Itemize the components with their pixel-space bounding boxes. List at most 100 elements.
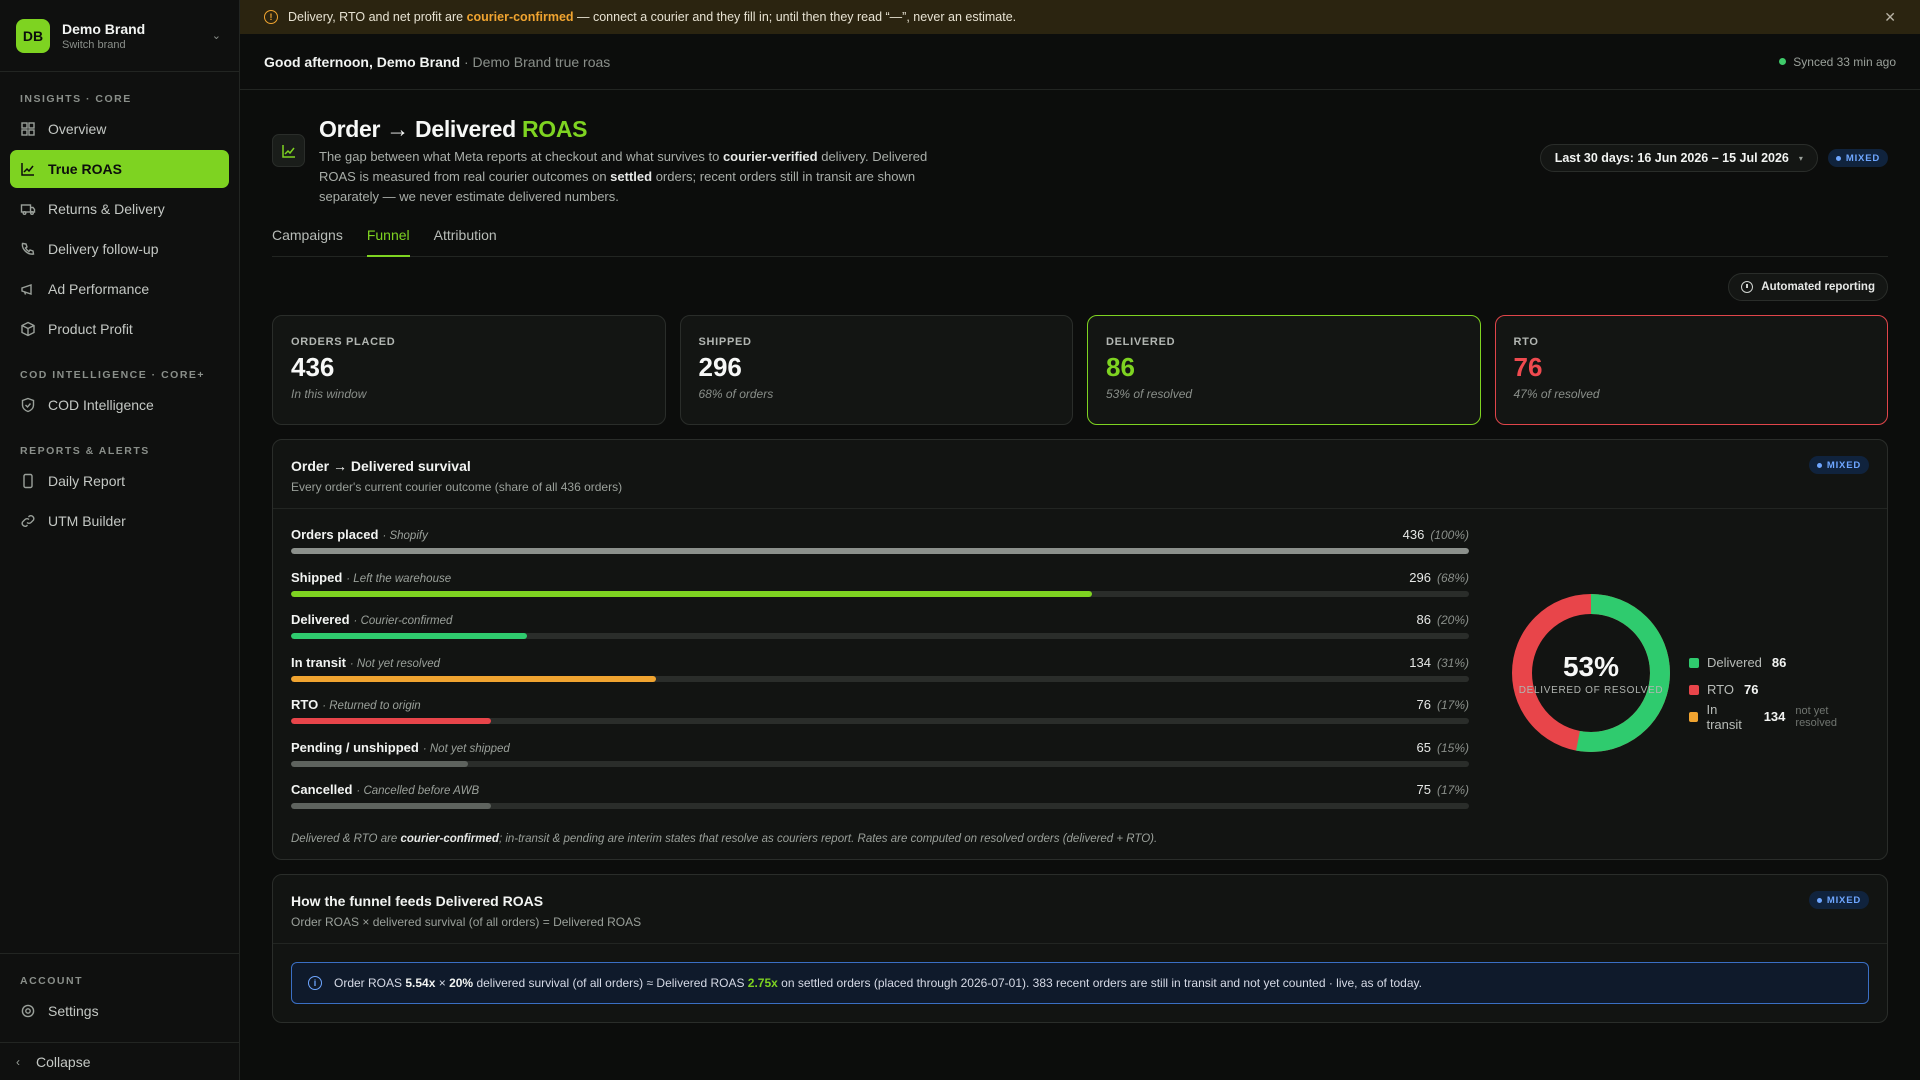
funnel-row-count: 296 [1409, 569, 1431, 585]
survival-subtitle: Every order's current courier outcome (s… [291, 480, 623, 494]
funnel-row: Orders placed · Shopify 436 (100%) [291, 527, 1469, 570]
page-description: The gap between what Meta reports at che… [319, 149, 928, 204]
nav-heading-account: ACCOUNT [20, 975, 83, 987]
nav-heading: INSIGHTS · CORE [20, 93, 132, 105]
funnel-row-label: Orders placed [291, 527, 379, 542]
kpi-subtext: 68% of orders [698, 387, 774, 401]
status-badge: MIXED [1808, 891, 1869, 909]
funnel-bar-fill [291, 548, 1469, 554]
tab-attribution[interactable]: Attribution [434, 225, 497, 256]
sidebar-item-returns-delivery[interactable]: Returns & Delivery [10, 190, 229, 228]
kpi-row: ORDERS PLACED 436 In this window SHIPPED 296… [272, 315, 1888, 425]
kpi-subtext: 53% of resolved [1106, 387, 1193, 401]
kpi-subtext: 47% of resolved [1513, 387, 1600, 401]
sidebar-item-product-profit[interactable]: Product Profit [10, 310, 229, 348]
legend-value: 76 [1743, 682, 1759, 697]
feed-subtitle: Order ROAS × delivered survival (of all … [291, 915, 642, 929]
kpi-label: DELIVERED [1106, 336, 1176, 348]
chevron-down-icon[interactable]: ⌄ [212, 29, 221, 42]
funnel-bar-track [291, 760, 1469, 767]
greeting: Good afternoon, Demo Brand [264, 53, 460, 70]
funnel-row-label: Delivered [291, 612, 350, 627]
donut-percent: 53% [1562, 650, 1620, 682]
caret-down-icon: ▾ [1798, 153, 1803, 163]
funnel-row-note: · Not yet resolved [349, 657, 441, 670]
feed-card: How the funnel feeds Delivered ROAS Orde… [272, 874, 1888, 1023]
chart-line-icon [20, 161, 36, 177]
funnel-row-note: · Left the warehouse [346, 572, 452, 585]
funnel-row-note: · Not yet shipped [422, 742, 510, 755]
kpi-card: SHIPPED 296 68% of orders [679, 315, 1073, 425]
sidebar-item-true-roas[interactable]: True ROAS [10, 150, 229, 188]
funnel-bar-track [291, 718, 1469, 724]
survival-title: Order → Delivered survival [291, 458, 471, 474]
funnel-bar-track [291, 590, 1469, 597]
chart-line-icon [272, 134, 305, 167]
box-icon [20, 321, 36, 337]
funnel-bar-fill [291, 590, 1093, 597]
main-content: ! Delivery, RTO and net profit are couri… [240, 0, 1920, 1080]
funnel-bar-track [291, 633, 1469, 639]
funnel-bar-track [291, 803, 1469, 809]
sidebar-item-settings[interactable]: Settings [10, 992, 229, 1030]
funnel-row: Delivered · Courier-confirmed 86 (20%) [291, 612, 1469, 655]
mobile-icon [20, 473, 36, 489]
funnel-row: Cancelled · Cancelled before AWB 75 (17%) [291, 782, 1469, 825]
legend-label: RTO [1707, 682, 1734, 697]
grid-icon [20, 121, 36, 137]
nav-heading: COD INTELLIGENCE · CORE+ [20, 369, 206, 381]
close-icon[interactable]: ✕ [1884, 9, 1896, 26]
legend-label: Delivered [1707, 655, 1762, 670]
collapse-button[interactable]: ‹ Collapse [0, 1042, 239, 1080]
tab-funnel[interactable]: Funnel [366, 225, 410, 257]
kpi-card: DELIVERED 86 53% of resolved [1087, 315, 1481, 425]
funnel-row-percent: (17%) [1436, 698, 1469, 712]
funnel-row-percent: (20%) [1436, 613, 1469, 627]
funnel-bars: Orders placed · Shopify 436 (100%) Shipped · … [291, 527, 1469, 825]
sidebar-item-label: Settings [48, 1003, 99, 1019]
funnel-row-count: 76 [1416, 697, 1431, 712]
info-icon: i [308, 976, 322, 990]
funnel-row-note: · Courier-confirmed [353, 615, 453, 627]
sidebar-item-utm-builder[interactable]: UTM Builder [10, 502, 229, 540]
topbar: Good afternoon, Demo Brand · Demo Brand … [240, 34, 1920, 90]
sidebar-item-ad-performance[interactable]: Ad Performance [10, 270, 229, 308]
donut-legend: Delivered 86 RTO 76 In transit 134 not yet res… [1689, 649, 1869, 732]
funnel-row-note: · Returned to origin [322, 700, 421, 712]
legend-swatch [1689, 684, 1699, 695]
kpi-card: ORDERS PLACED 436 In this window [272, 315, 666, 425]
date-range-picker[interactable]: Last 30 days: 16 Jun 2026 – 15 Jul 2026 ▾ [1539, 144, 1818, 172]
funnel-row-label: Shipped [291, 569, 343, 585]
tab-campaigns[interactable]: Campaigns [272, 225, 343, 256]
legend-value: 134 [1763, 709, 1786, 724]
greeting-sub: · Demo Brand true roas [464, 53, 611, 70]
legend-item: Delivered 86 [1689, 649, 1869, 676]
sync-status: Synced 33 min ago [1779, 55, 1896, 69]
brand-switcher[interactable]: DB Demo Brand Switch brand ⌄ [0, 0, 239, 72]
legend-value: 86 [1771, 655, 1787, 670]
funnel-row-count: 75 [1416, 782, 1431, 797]
sidebar-item-cod-intelligence[interactable]: COD Intelligence [10, 386, 229, 424]
kpi-value: 76 [1513, 352, 1543, 382]
legend-swatch [1689, 711, 1699, 722]
sidebar-item-daily-report[interactable]: Daily Report [10, 462, 229, 500]
funnel-row-label: Cancelled [291, 782, 353, 797]
sidebar-item-overview[interactable]: Overview [10, 110, 229, 148]
funnel-row: In transit · Not yet resolved 134 (31%) [291, 655, 1469, 698]
funnel-row: RTO · Returned to origin 76 (17%) [291, 697, 1469, 740]
automated-reporting-button[interactable]: Automated reporting [1728, 273, 1888, 301]
funnel-row: Pending / unshipped · Not yet shipped 65 (1… [291, 740, 1469, 783]
kpi-label: SHIPPED [698, 336, 752, 348]
sidebar-item-label: Product Profit [48, 321, 133, 337]
sidebar-item-label: COD Intelligence [48, 397, 154, 413]
funnel-row: Shipped · Left the warehouse 296 (68%) [291, 570, 1469, 613]
funnel-row-count: 86 [1416, 612, 1431, 627]
page-title: Order → Delivered ROAS [319, 116, 588, 142]
brand-switch-label: Switch brand [62, 38, 126, 51]
truck-icon [20, 201, 36, 217]
warning-icon: ! [264, 10, 278, 24]
legend-item: In transit 134 not yet resolved [1689, 702, 1869, 732]
kpi-value: 296 [698, 352, 742, 382]
survival-card: Order → Delivered survival Every order's… [272, 439, 1888, 860]
sidebar-item-delivery-follow-up[interactable]: Delivery follow-up [10, 230, 229, 268]
